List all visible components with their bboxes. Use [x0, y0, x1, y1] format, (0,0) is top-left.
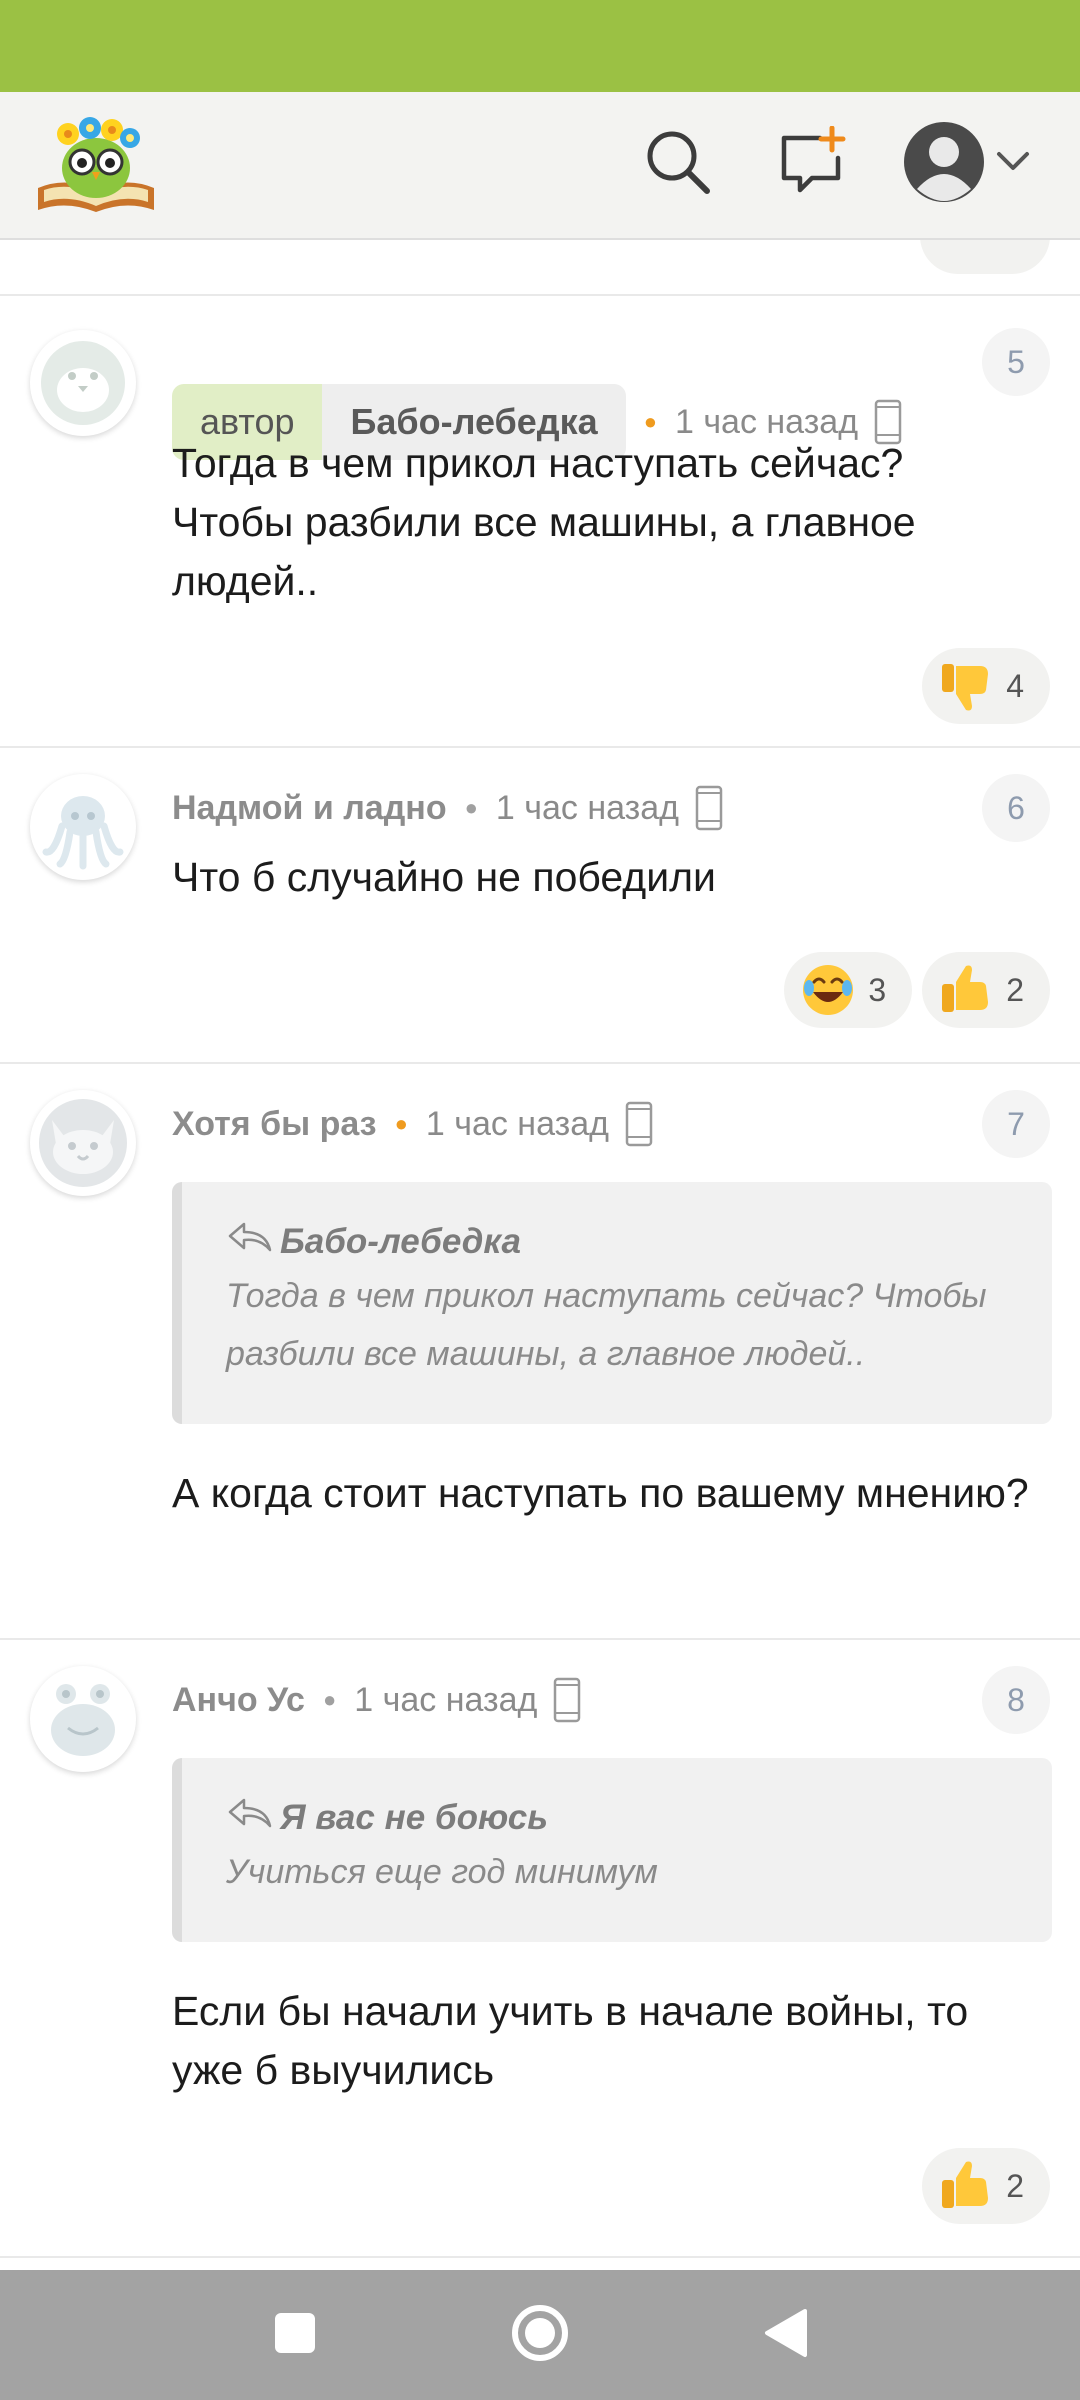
phone-icon: [553, 1677, 581, 1723]
back-button[interactable]: [745, 2295, 825, 2375]
back-triangle-icon: [761, 2307, 809, 2364]
reactions: 3 2: [784, 952, 1050, 1028]
quote-header: Я вас не боюсь: [226, 1796, 1022, 1839]
owl-with-book-logo[interactable]: [32, 106, 160, 218]
reaction-laughing[interactable]: 3: [784, 952, 913, 1028]
thumbs-up-icon: [938, 962, 994, 1018]
home-button[interactable]: [500, 2295, 580, 2375]
recents-button[interactable]: [255, 2295, 335, 2375]
comment-number[interactable]: 8: [982, 1666, 1050, 1734]
comment-feed[interactable]: автор Бабо-лебедка ● 1 час назад 5 Тогда…: [0, 240, 1080, 2270]
phone-icon: [625, 1101, 653, 1147]
reaction-count: 2: [1006, 971, 1024, 1008]
quote-author: Я вас не боюсь: [280, 1797, 549, 1837]
system-navigation-bar: [0, 2270, 1080, 2400]
penguin-avatar[interactable]: [30, 330, 136, 436]
reply-arrow-icon: [226, 1220, 280, 1263]
comment-number[interactable]: 7: [982, 1090, 1050, 1158]
avatar-icon: [901, 119, 987, 210]
frog-avatar[interactable]: [30, 1666, 136, 1772]
separator-dot: ●: [394, 1111, 408, 1136]
previous-comment-end: [0, 240, 1080, 296]
reaction-thumbs-down[interactable]: 4: [922, 648, 1050, 724]
comment-time: 1 час назад: [354, 1680, 538, 1719]
separator-dot: ●: [643, 409, 657, 434]
comment-text: А когда стоит наступать по вашему мнению…: [172, 1470, 1029, 1516]
author-name[interactable]: Хотя бы раз: [172, 1105, 377, 1144]
search-button[interactable]: [636, 122, 720, 206]
reactions: 2: [922, 2148, 1050, 2224]
new-post-icon: [776, 125, 848, 203]
thumbs-up-icon: [938, 2158, 994, 2214]
comment-meta: Анчо Ус ● 1 час назад: [172, 1662, 581, 1738]
comment-number[interactable]: 6: [982, 774, 1050, 842]
phone-icon: [695, 785, 723, 831]
home-circle-icon: [510, 2303, 570, 2368]
app-header: [0, 92, 1080, 240]
new-post-button[interactable]: [770, 122, 854, 206]
separator-dot: ●: [464, 795, 478, 820]
quoted-comment[interactable]: Бабо-лебедка Тогда в чем прикол наступат…: [172, 1182, 1052, 1424]
chevron-down-icon: [995, 150, 1031, 179]
comment-item: Надмой и ладно ● 1 час назад 6 Что б слу…: [0, 750, 1080, 1064]
octopus-avatar[interactable]: [30, 774, 136, 880]
reply-arrow-icon: [226, 1796, 280, 1839]
comment-meta: Хотя бы раз ● 1 час назад: [172, 1086, 653, 1162]
search-icon: [643, 127, 713, 202]
quoted-comment[interactable]: Я вас не боюсь Учиться еще год минимум: [172, 1758, 1052, 1942]
cat-avatar[interactable]: [30, 1090, 136, 1196]
comment-item: Хотя бы раз ● 1 час назад 7 Бабо-лебедка…: [0, 1066, 1080, 1640]
reaction-count: 3: [868, 971, 887, 1008]
status-bar: [0, 0, 1080, 92]
comment-item: автор Бабо-лебедка ● 1 час назад 5 Тогда…: [0, 298, 1080, 748]
reaction-chip[interactable]: [920, 240, 1050, 274]
thumbs-down-icon: [938, 658, 994, 714]
laughing-emoji-icon: [800, 962, 856, 1018]
comment-number[interactable]: 5: [982, 328, 1050, 396]
comment-text: Что б случайно не победили: [172, 854, 716, 900]
comment-time: 1 час назад: [495, 788, 679, 827]
quote-author: Бабо-лебедка: [280, 1221, 521, 1261]
reaction-thumbs-up[interactable]: 2: [922, 952, 1050, 1028]
quote-text: Тогда в чем прикол наступать сейчас? Что…: [226, 1277, 987, 1373]
reaction-thumbs-up[interactable]: 2: [922, 2148, 1050, 2224]
comment-text: Тогда в чем прикол наступать сейчас? Что…: [172, 440, 916, 604]
comment-text: Если бы начали учить в начале войны, то …: [172, 1988, 969, 2093]
quote-text: Учиться еще год минимум: [226, 1853, 658, 1891]
reaction-count: 4: [1006, 667, 1024, 704]
author-name[interactable]: Надмой и ладно: [172, 789, 447, 828]
comment-time: 1 час назад: [425, 1104, 609, 1143]
author-name[interactable]: Анчо Ус: [172, 1681, 305, 1720]
reactions: 4: [922, 648, 1050, 724]
comment-meta: Надмой и ладно ● 1 час назад: [172, 770, 723, 846]
recents-square-icon: [273, 2311, 317, 2360]
profile-menu-button[interactable]: [896, 118, 1036, 210]
comment-item: Анчо Ус ● 1 час назад 8 Я вас не боюсь У…: [0, 1642, 1080, 2258]
separator-dot: ●: [322, 1687, 337, 1712]
reaction-count: 2: [1006, 2167, 1024, 2204]
quote-header: Бабо-лебедка: [226, 1220, 1022, 1263]
